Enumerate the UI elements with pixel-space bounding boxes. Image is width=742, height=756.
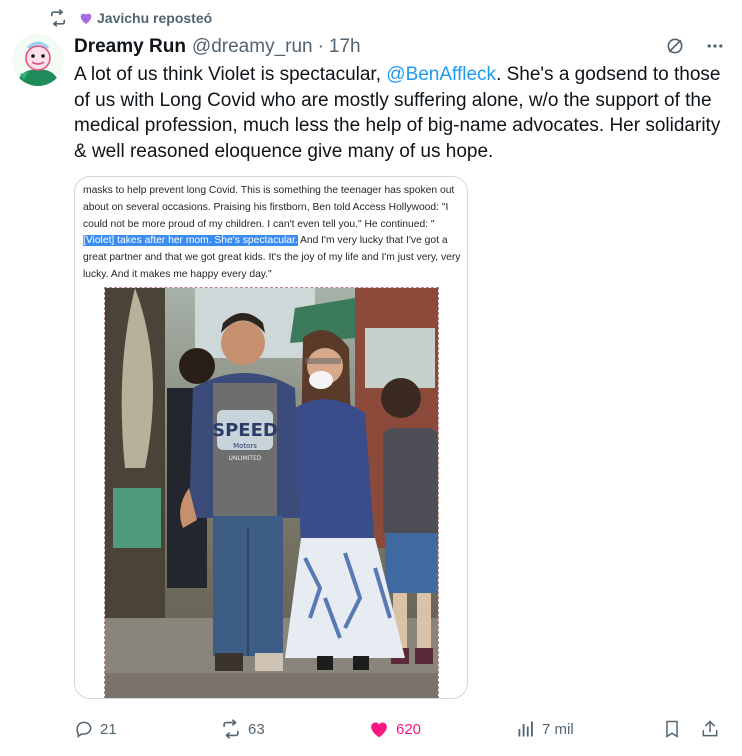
- media-image[interactable]: masks to help prevent long Covid. This i…: [74, 176, 468, 699]
- separator-dot: ·: [317, 36, 324, 57]
- repost-button[interactable]: 63: [220, 714, 265, 744]
- article-excerpt: masks to help prevent long Covid. This i…: [83, 183, 463, 284]
- tweet-text: A lot of us think Violet is spectacular,…: [74, 62, 724, 164]
- repost-action-icon: [223, 719, 239, 739]
- tweet-header: Dreamy Run @dreamy_run · 17h: [74, 35, 730, 59]
- repost-indicator[interactable]: Javichu reposteó: [48, 8, 212, 28]
- article-text-part: masks to help prevent long Covid. This i…: [83, 185, 455, 230]
- reply-count: 21: [100, 720, 117, 738]
- views-button[interactable]: 7 mil: [516, 714, 574, 744]
- avatar[interactable]: [12, 34, 64, 86]
- reply-icon: [76, 721, 92, 738]
- repost-count: 63: [248, 720, 265, 738]
- header-actions: [664, 35, 726, 57]
- heart-filled-icon: [371, 722, 387, 738]
- bookmark-button[interactable]: [662, 714, 688, 744]
- grok-icon[interactable]: [664, 35, 686, 57]
- tweet-text-part: A lot of us think Violet is spectacular,: [74, 64, 387, 85]
- shirt-logo-sub: Motors: [233, 442, 257, 450]
- user-handle[interactable]: @dreamy_run: [192, 36, 313, 58]
- like-count: 620: [396, 720, 422, 738]
- views-icon: [518, 721, 533, 737]
- tweet-actions: 21 63 620 7 mil: [74, 714, 724, 744]
- reply-button[interactable]: 21: [74, 714, 117, 744]
- shirt-logo-text: SPEED: [212, 420, 278, 441]
- share-button[interactable]: [700, 714, 726, 744]
- timestamp[interactable]: 17h: [329, 36, 361, 58]
- highlighted-quote: [Violet] takes after her mom. She's spec…: [83, 235, 298, 247]
- more-options-icon[interactable]: [704, 35, 726, 57]
- share-icon: [702, 720, 718, 737]
- bookmark-icon: [666, 720, 678, 738]
- purple-heart-icon: [78, 10, 94, 26]
- display-name[interactable]: Dreamy Run: [74, 36, 186, 58]
- repost-icon: [48, 8, 68, 28]
- repost-user-label[interactable]: Javichu reposteó: [97, 10, 212, 26]
- mention-link[interactable]: @BenAffleck: [386, 64, 496, 85]
- like-button[interactable]: 620: [368, 714, 421, 744]
- views-count: 7 mil: [542, 720, 574, 738]
- street-photo: SPEED Motors UNLIMITED: [104, 287, 439, 698]
- shirt-logo-sub2: UNLIMITED: [228, 455, 261, 462]
